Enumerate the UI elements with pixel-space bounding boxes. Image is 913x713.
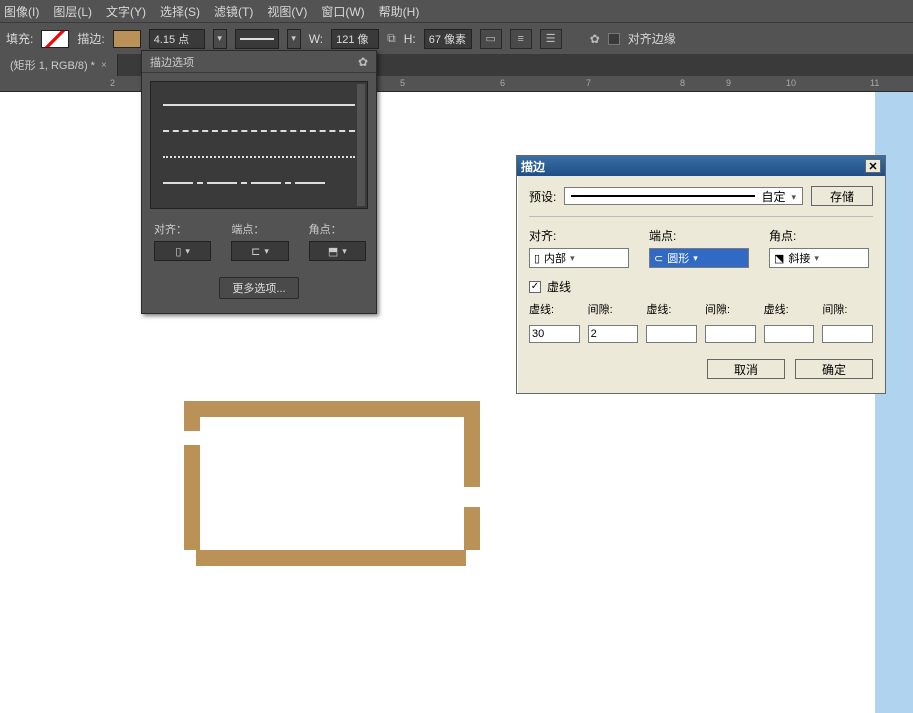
stroke-swatch[interactable] (113, 30, 141, 48)
ruler-tick: 6 (500, 78, 505, 88)
cap-value: 圆形 (667, 250, 689, 266)
align-edges-checkbox[interactable] (608, 33, 620, 45)
gap-col-label: 间隙: (588, 301, 639, 317)
link-icon[interactable] (387, 31, 396, 46)
align-value: 内部 (544, 250, 566, 266)
dash-col-label: 虚线: (646, 301, 697, 317)
stroke-style-dropdown[interactable]: ▾ (287, 29, 301, 49)
document-tab-bar: (矩形 1, RGB/8) * × (0, 54, 913, 76)
menu-filter[interactable]: 滤镜(T) (214, 3, 253, 20)
stroke-style-custom[interactable] (163, 170, 355, 196)
gap-col-label: 间隙: (705, 301, 756, 317)
menu-layer[interactable]: 图层(L) (53, 3, 92, 20)
align-label: 对齐: (529, 227, 633, 244)
dialog-titlebar[interactable]: 描边 ✕ (517, 156, 885, 176)
scrollbar[interactable] (357, 84, 365, 206)
stroke-width-dropdown[interactable]: ▾ (213, 29, 227, 49)
stroke-style-sample[interactable] (235, 29, 279, 49)
menu-select[interactable]: 选择(S) (160, 3, 200, 20)
corner-combo[interactable]: ⬔ 斜接 (769, 248, 869, 268)
stroke-style-solid[interactable] (163, 92, 355, 118)
gap-input-3[interactable] (822, 325, 873, 343)
dialog-title: 描边 (521, 158, 545, 175)
preset-dropdown[interactable]: 自定 (564, 187, 803, 205)
dash-col-label: 虚线: (529, 301, 580, 317)
stroke-style-dotted[interactable] (163, 144, 355, 170)
cap-label: 端点: (649, 227, 753, 244)
cap-label: 端点： (231, 221, 288, 237)
fill-label: 填充: (6, 30, 33, 47)
menu-view[interactable]: 视图(V) (267, 3, 307, 20)
ruler-tick: 2 (110, 78, 115, 88)
gap-input-1[interactable] (588, 325, 639, 343)
save-button[interactable]: 存储 (811, 186, 873, 206)
stroke-gap (184, 550, 196, 566)
fill-swatch[interactable] (41, 30, 69, 48)
ruler-tick: 7 (586, 78, 591, 88)
dash-col-label: 虚线: (764, 301, 815, 317)
stroke-label: 描边: (77, 30, 104, 47)
gap-col-label: 间隙: (822, 301, 873, 317)
dash-checkbox[interactable]: ✓ (529, 281, 541, 293)
corner-label: 角点： (309, 221, 366, 237)
horizontal-ruler: 2 3 4 5 6 7 8 9 10 11 (0, 76, 913, 92)
ruler-tick: 11 (870, 78, 879, 88)
ruler-tick: 9 (726, 78, 731, 88)
stroke-panel-title: 描边选项 (150, 54, 194, 70)
corner-selector[interactable]: ⬒ ▾ (309, 241, 366, 261)
stroke-style-list[interactable] (150, 81, 368, 209)
align-icon[interactable]: ≡ (510, 29, 532, 49)
align-combo[interactable]: ▯ 内部 (529, 248, 629, 268)
stroke-gap (184, 431, 200, 445)
width-field[interactable]: 121 像 (331, 29, 379, 49)
options-bar: 填充: 描边: 4.15 点 ▾ ▾ W: 121 像 H: 67 像素 ▭ ≡… (0, 22, 913, 54)
close-icon[interactable]: ✕ (865, 159, 881, 173)
dash-input-2[interactable] (646, 325, 697, 343)
menu-window[interactable]: 窗口(W) (321, 3, 364, 20)
document-tab[interactable]: (矩形 1, RGB/8) * × (0, 54, 118, 76)
more-options-button[interactable]: 更多选项... (219, 277, 298, 299)
ok-button[interactable]: 确定 (795, 359, 873, 379)
stroke-options-panel: 描边选项 对齐： ▯ ▾ 端点： ⊏ ▾ 角点： ⬒ ▾ 更多选项... (141, 50, 377, 314)
close-icon[interactable]: × (101, 60, 107, 71)
ruler-tick: 10 (786, 78, 796, 88)
stroke-gap (466, 550, 480, 566)
width-label: W: (309, 32, 323, 46)
menu-image[interactable]: 图像(I) (4, 3, 39, 20)
align-edges-label: 对齐边缘 (628, 30, 676, 47)
height-label: H: (404, 32, 416, 46)
gear-icon[interactable] (358, 55, 368, 69)
dash-checkbox-label: 虚线 (547, 278, 571, 295)
preset-value: 自定 (761, 188, 785, 205)
stroke-dialog: 描边 ✕ 预设: 自定 存储 对齐: ▯ 内部 端点: ⊂ 圆形 角点: (516, 155, 886, 394)
path-ops-icon[interactable]: ▭ (480, 29, 502, 49)
rectangle-shape[interactable] (184, 401, 480, 566)
dash-input-1[interactable] (529, 325, 580, 343)
ruler-tick: 8 (680, 78, 685, 88)
stroke-gap (464, 487, 480, 507)
align-label: 对齐： (154, 221, 211, 237)
align-selector[interactable]: ▯ ▾ (154, 241, 211, 261)
ruler-tick: 5 (400, 78, 405, 88)
preset-label: 预设: (529, 188, 556, 205)
menu-bar: 图像(I) 图层(L) 文字(Y) 选择(S) 滤镜(T) 视图(V) 窗口(W… (0, 0, 913, 22)
cap-combo[interactable]: ⊂ 圆形 (649, 248, 749, 268)
menu-type[interactable]: 文字(Y) (106, 3, 146, 20)
corner-value: 斜接 (788, 250, 810, 266)
cap-selector[interactable]: ⊏ ▾ (231, 241, 288, 261)
arrange-icon[interactable]: ☰ (540, 29, 562, 49)
stroke-style-dashed[interactable] (163, 118, 355, 144)
gear-icon[interactable] (590, 32, 600, 46)
separator (529, 216, 873, 217)
corner-label: 角点: (769, 227, 873, 244)
document-tab-title: (矩形 1, RGB/8) * (10, 57, 95, 73)
menu-help[interactable]: 帮助(H) (379, 3, 420, 20)
height-field[interactable]: 67 像素 (424, 29, 472, 49)
cancel-button[interactable]: 取消 (707, 359, 785, 379)
gap-input-2[interactable] (705, 325, 756, 343)
stroke-width-field[interactable]: 4.15 点 (149, 29, 205, 49)
dash-input-3[interactable] (764, 325, 815, 343)
